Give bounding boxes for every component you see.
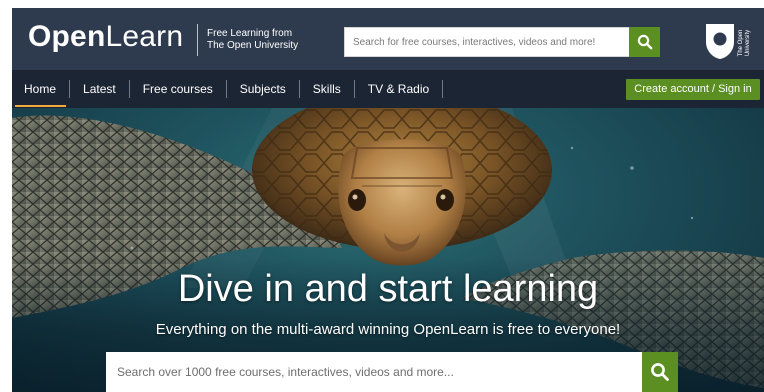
nav-items: Home Latest Free courses Subjects Skills… xyxy=(12,70,444,108)
nav-item-home[interactable]: Home xyxy=(12,80,71,107)
main-nav: Home Latest Free courses Subjects Skills… xyxy=(12,70,764,108)
hero-subtitle: Everything on the multi-award winning Op… xyxy=(155,321,621,338)
nav-item-skills[interactable]: Skills xyxy=(300,80,355,98)
nav-item-tv-radio[interactable]: TV & Radio xyxy=(355,80,444,98)
tagline-line-2: The Open University xyxy=(207,40,299,51)
open-university-logo[interactable]: The Open University xyxy=(704,20,760,64)
hero-search-box[interactable] xyxy=(106,352,644,392)
ou-shield-icon xyxy=(706,24,734,59)
nav-item-subjects[interactable]: Subjects xyxy=(227,80,300,98)
header-search-button[interactable] xyxy=(629,27,660,57)
search-icon xyxy=(637,34,652,50)
hero-search-input[interactable] xyxy=(106,352,644,392)
create-account-sign-in-button[interactable]: Create account / Sign in xyxy=(626,79,760,100)
hero-banner: Dive in and start learning Everything on… xyxy=(12,108,764,392)
tagline-line-1: Free Learning from xyxy=(207,28,293,39)
header-search-input[interactable] xyxy=(345,28,629,56)
logo-bold-text: Open xyxy=(28,20,106,53)
page: OpenLearn Free Learning from The Open Un… xyxy=(12,8,764,392)
nav-item-latest[interactable]: Latest xyxy=(70,80,130,98)
ou-logo-label: The Open University xyxy=(738,29,751,57)
ou-logo-text: The Open University xyxy=(734,22,756,62)
logo-light-text: Learn xyxy=(105,20,184,53)
openlearn-logo[interactable]: OpenLearn xyxy=(28,20,183,54)
hero-title: Dive in and start learning xyxy=(177,268,599,310)
header-search-box[interactable] xyxy=(344,27,630,57)
site-header: OpenLearn Free Learning from The Open Un… xyxy=(12,8,764,70)
nav-item-free-courses[interactable]: Free courses xyxy=(130,80,227,98)
search-icon xyxy=(651,363,669,381)
hero-search-button[interactable] xyxy=(642,352,678,392)
tagline: Free Learning from The Open University xyxy=(197,24,298,56)
